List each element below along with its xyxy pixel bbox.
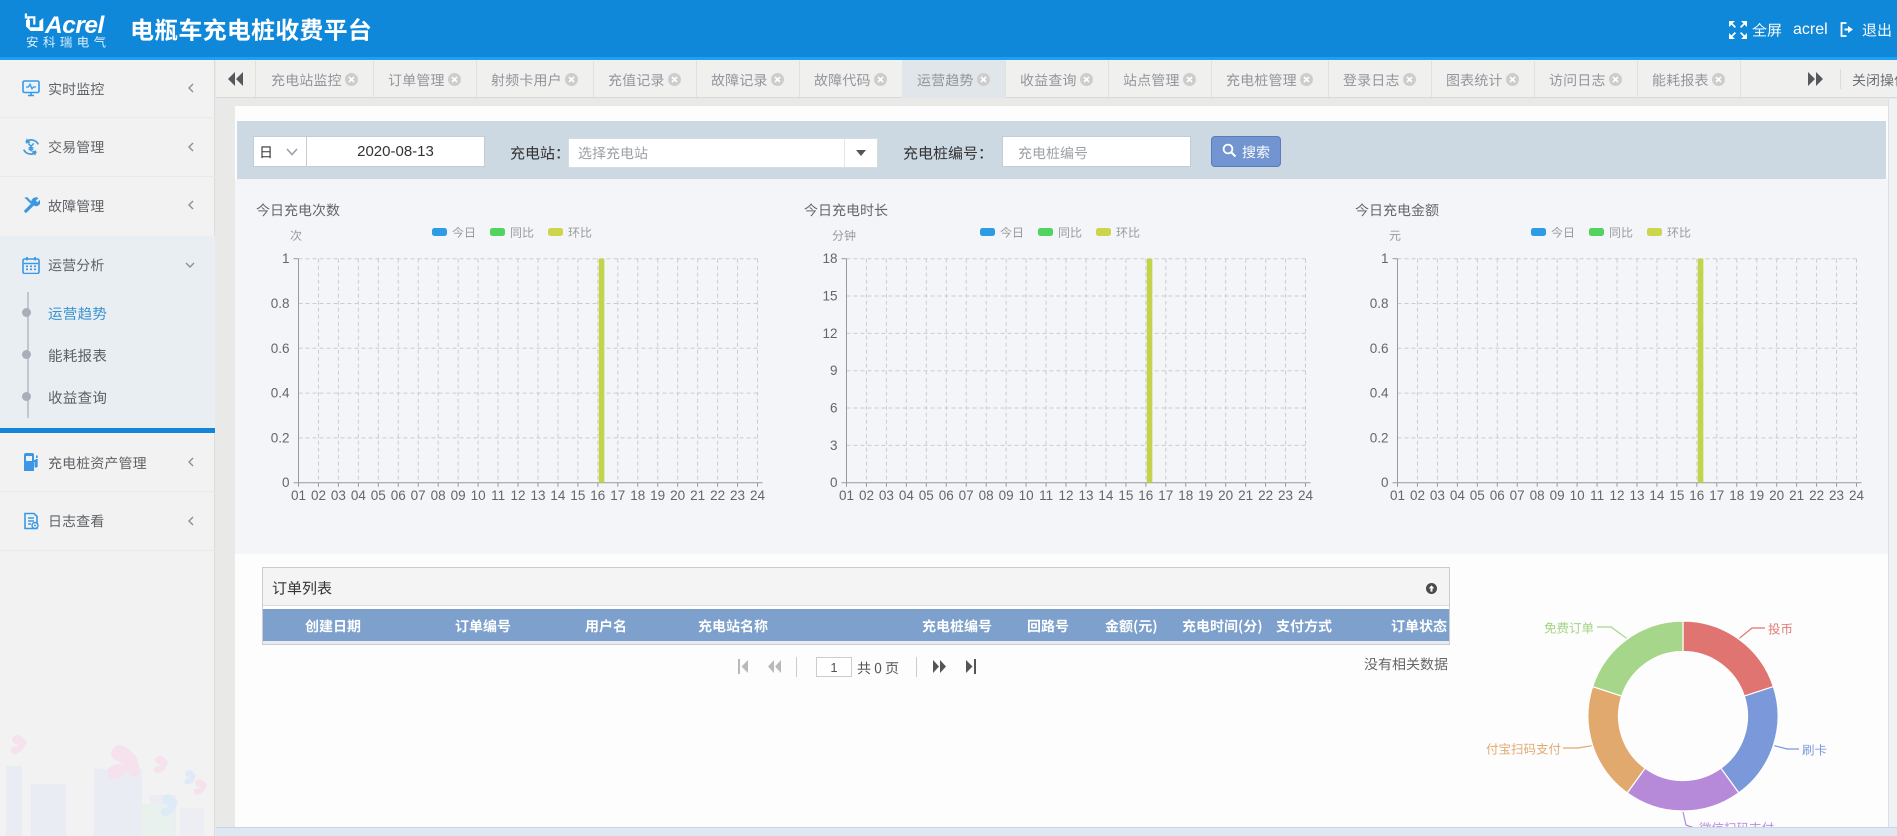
svg-text:18: 18 (822, 251, 837, 266)
svg-text:12: 12 (822, 326, 837, 341)
svg-text:01: 01 (1390, 488, 1405, 502)
svg-text:23: 23 (730, 488, 745, 502)
svg-text:02: 02 (311, 488, 326, 502)
svg-text:03: 03 (1430, 488, 1445, 502)
svg-text:08: 08 (979, 488, 994, 502)
svg-text:03: 03 (879, 488, 894, 502)
svg-text:01: 01 (839, 488, 854, 502)
svg-text:05: 05 (919, 488, 934, 502)
svg-text:0.4: 0.4 (1370, 386, 1389, 401)
svg-text:11: 11 (491, 488, 505, 502)
svg-text:07: 07 (959, 488, 974, 502)
svg-text:12: 12 (510, 488, 525, 502)
svg-text:04: 04 (899, 488, 915, 502)
svg-text:1: 1 (282, 251, 290, 266)
svg-text:1: 1 (1381, 251, 1389, 266)
svg-text:15: 15 (822, 289, 837, 304)
svg-text:04: 04 (351, 488, 367, 502)
svg-text:13: 13 (1629, 488, 1644, 502)
svg-text:06: 06 (1490, 488, 1505, 502)
svg-text:18: 18 (1178, 488, 1193, 502)
svg-text:6: 6 (830, 401, 838, 416)
svg-text:11: 11 (1039, 488, 1053, 502)
svg-text:14: 14 (1098, 488, 1114, 502)
svg-text:02: 02 (1410, 488, 1425, 502)
svg-text:20: 20 (1218, 488, 1233, 502)
svg-text:09: 09 (1550, 488, 1565, 502)
svg-text:03: 03 (331, 488, 346, 502)
svg-text:08: 08 (431, 488, 446, 502)
svg-text:22: 22 (1809, 488, 1824, 502)
svg-text:0.8: 0.8 (1370, 296, 1389, 311)
svg-text:17: 17 (1709, 488, 1724, 502)
svg-text:13: 13 (1078, 488, 1093, 502)
svg-text:20: 20 (670, 488, 685, 502)
svg-text:0: 0 (830, 475, 838, 490)
svg-text:06: 06 (939, 488, 954, 502)
svg-text:06: 06 (391, 488, 406, 502)
svg-text:18: 18 (1729, 488, 1744, 502)
svg-text:02: 02 (859, 488, 874, 502)
svg-text:11: 11 (1590, 488, 1604, 502)
svg-text:22: 22 (1258, 488, 1273, 502)
svg-text:0: 0 (282, 475, 290, 490)
svg-text:24: 24 (1298, 488, 1314, 502)
svg-text:18: 18 (630, 488, 645, 502)
svg-text:10: 10 (1570, 488, 1585, 502)
svg-text:19: 19 (1198, 488, 1213, 502)
svg-text:17: 17 (610, 488, 625, 502)
svg-text:17: 17 (1158, 488, 1173, 502)
svg-text:0: 0 (1381, 475, 1389, 490)
svg-text:15: 15 (570, 488, 585, 502)
svg-text:21: 21 (690, 488, 705, 502)
svg-text:01: 01 (291, 488, 306, 502)
svg-text:23: 23 (1829, 488, 1844, 502)
svg-text:14: 14 (550, 488, 566, 502)
svg-text:14: 14 (1649, 488, 1665, 502)
svg-text:09: 09 (999, 488, 1014, 502)
svg-text:12: 12 (1058, 488, 1073, 502)
svg-text:20: 20 (1769, 488, 1784, 502)
svg-text:10: 10 (471, 488, 486, 502)
svg-text:07: 07 (411, 488, 426, 502)
svg-text:24: 24 (1849, 488, 1865, 502)
svg-text:16: 16 (1138, 488, 1153, 502)
svg-text:13: 13 (530, 488, 545, 502)
svg-text:0.6: 0.6 (1370, 341, 1389, 356)
svg-text:15: 15 (1118, 488, 1133, 502)
svg-text:0.2: 0.2 (1370, 430, 1389, 445)
svg-text:04: 04 (1450, 488, 1466, 502)
svg-text:23: 23 (1278, 488, 1293, 502)
svg-text:16: 16 (590, 488, 605, 502)
svg-text:3: 3 (830, 438, 838, 453)
svg-text:0.6: 0.6 (271, 341, 290, 356)
svg-text:21: 21 (1238, 488, 1253, 502)
svg-text:08: 08 (1530, 488, 1545, 502)
svg-text:05: 05 (371, 488, 386, 502)
svg-text:9: 9 (830, 363, 838, 378)
svg-text:16: 16 (1689, 488, 1704, 502)
svg-text:22: 22 (710, 488, 725, 502)
svg-text:12: 12 (1609, 488, 1624, 502)
svg-text:0.8: 0.8 (271, 296, 290, 311)
svg-text:19: 19 (650, 488, 665, 502)
svg-text:05: 05 (1470, 488, 1485, 502)
svg-text:10: 10 (1019, 488, 1034, 502)
svg-text:24: 24 (750, 488, 766, 502)
svg-text:07: 07 (1510, 488, 1525, 502)
svg-text:0.4: 0.4 (271, 386, 290, 401)
svg-text:21: 21 (1789, 488, 1804, 502)
svg-text:0.2: 0.2 (271, 430, 290, 445)
svg-text:09: 09 (451, 488, 466, 502)
svg-text:15: 15 (1669, 488, 1684, 502)
svg-text:19: 19 (1749, 488, 1764, 502)
